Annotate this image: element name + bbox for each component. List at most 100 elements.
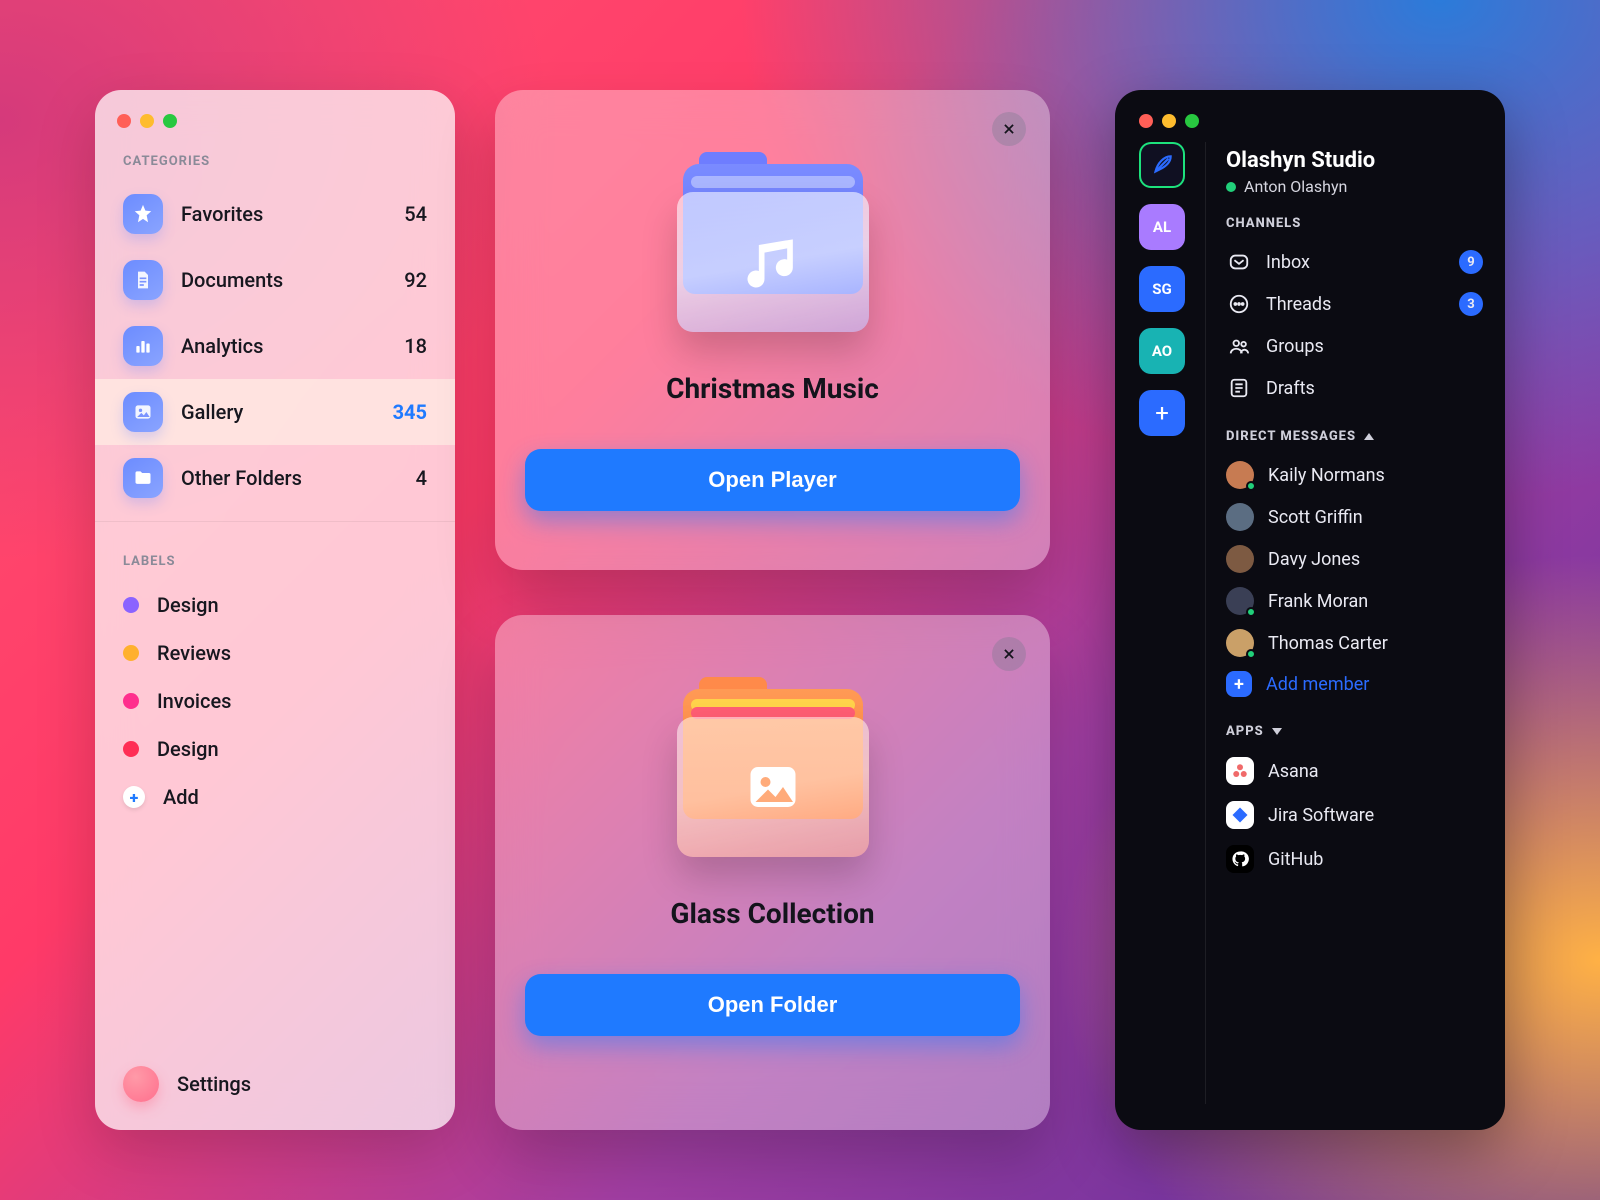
dm-name: Scott Griffin [1268,507,1363,528]
category-count: 345 [393,400,427,424]
channel-drafts[interactable]: Drafts [1226,367,1483,409]
add-workspace-button[interactable]: + [1139,390,1185,436]
document-icon [123,260,163,300]
category-other-folders[interactable]: Other Folders 4 [95,445,455,511]
category-documents[interactable]: Documents 92 [95,247,455,313]
chart-icon [123,326,163,366]
label-reviews[interactable]: Reviews [95,629,455,677]
dm-name: Kaily Normans [1268,465,1385,486]
category-gallery[interactable]: Gallery 345 [95,379,455,445]
workspace-al[interactable]: AL [1139,204,1185,250]
maximize-window-icon[interactable] [1185,114,1199,128]
badge-count: 9 [1459,250,1483,274]
plus-icon: + [123,786,145,808]
channel-inbox[interactable]: Inbox 9 [1226,241,1483,283]
drafts-icon [1226,375,1252,401]
label-design-2[interactable]: Design [95,725,455,773]
label-name: Invoices [157,689,231,713]
dm-name: Davy Jones [1268,549,1360,570]
open-folder-button[interactable]: Open Folder [525,974,1020,1036]
app-github[interactable]: GitHub [1226,837,1483,881]
settings-button[interactable]: Settings [95,1038,455,1130]
card-title: Christmas Music [666,372,879,405]
label-name: Reviews [157,641,231,665]
threads-icon [1226,291,1252,317]
gallery-folder-card: Glass Collection Open Folder [495,615,1050,1130]
channel-label: Groups [1266,336,1324,357]
category-label: Analytics [181,334,386,358]
add-label-button[interactable]: + Add [95,773,455,821]
category-label: Gallery [181,400,375,424]
music-folder-icon [663,142,883,332]
inbox-icon [1226,249,1252,275]
image-icon [123,392,163,432]
gallery-folder-icon [663,667,883,857]
workspace-title: Olashyn Studio [1226,148,1483,173]
app-label: GitHub [1268,849,1323,870]
dm-davy-jones[interactable]: Davy Jones [1226,538,1483,580]
workspace-feather[interactable] [1139,142,1185,188]
dm-kaily-normans[interactable]: Kaily Normans [1226,454,1483,496]
channel-threads[interactable]: Threads 3 [1226,283,1483,325]
window-controls-left [95,110,455,132]
add-member-label: Add member [1266,674,1369,695]
maximize-window-icon[interactable] [163,114,177,128]
close-card-button[interactable] [992,637,1026,671]
card-title: Glass Collection [670,897,874,930]
category-count: 92 [404,268,427,292]
avatar [1226,461,1254,489]
labels-heading: LABELS [95,532,455,581]
dm-scott-griffin[interactable]: Scott Griffin [1226,496,1483,538]
categories-heading: CATEGORIES [95,132,455,181]
gear-icon [123,1066,159,1102]
plus-icon: + [1226,671,1252,697]
chat-main: Olashyn Studio Anton Olashyn CHANNELS In… [1205,142,1483,1104]
close-card-button[interactable] [992,112,1026,146]
app-jira[interactable]: Jira Software [1226,793,1483,837]
close-window-icon[interactable] [117,114,131,128]
channel-label: Inbox [1266,252,1310,273]
label-name: Design [157,737,219,761]
app-label: Jira Software [1268,805,1374,826]
divider [95,521,455,522]
minimize-window-icon[interactable] [1162,114,1176,128]
label-color-dot [123,741,139,757]
dm-frank-moran[interactable]: Frank Moran [1226,580,1483,622]
dm-heading[interactable]: DIRECT MESSAGES [1226,429,1483,444]
category-label: Documents [181,268,386,292]
categories-panel: CATEGORIES Favorites 54 Documents 92 Ana… [95,90,455,1130]
dm-name: Frank Moran [1268,591,1368,612]
apps-heading[interactable]: APPS [1226,724,1483,739]
category-analytics[interactable]: Analytics 18 [95,313,455,379]
label-invoices[interactable]: Invoices [95,677,455,725]
workspace-user: Anton Olashyn [1226,177,1483,196]
category-label: Favorites [181,202,386,226]
workspace-sg[interactable]: SG [1139,266,1185,312]
badge-count: 3 [1459,292,1483,316]
channels-heading: CHANNELS [1226,216,1483,231]
groups-icon [1226,333,1252,359]
app-label: Asana [1268,761,1319,782]
category-count: 54 [404,202,427,226]
add-label-text: Add [163,785,199,809]
open-player-button[interactable]: Open Player [525,449,1020,511]
settings-label: Settings [177,1072,251,1096]
label-color-dot [123,693,139,709]
add-member-button[interactable]: + Add member [1226,664,1483,704]
star-icon [123,194,163,234]
category-favorites[interactable]: Favorites 54 [95,181,455,247]
asana-icon [1226,757,1254,785]
label-design-1[interactable]: Design [95,581,455,629]
close-window-icon[interactable] [1139,114,1153,128]
chat-panel: AL SG AO + Olashyn Studio Anton Olashyn … [1115,90,1505,1130]
label-color-dot [123,645,139,661]
minimize-window-icon[interactable] [140,114,154,128]
category-count: 18 [404,334,427,358]
collapse-up-icon [1364,433,1374,440]
app-asana[interactable]: Asana [1226,749,1483,793]
channel-groups[interactable]: Groups [1226,325,1483,367]
workspace-ao[interactable]: AO [1139,328,1185,374]
dm-name: Thomas Carter [1268,633,1388,654]
dm-thomas-carter[interactable]: Thomas Carter [1226,622,1483,664]
avatar [1226,503,1254,531]
